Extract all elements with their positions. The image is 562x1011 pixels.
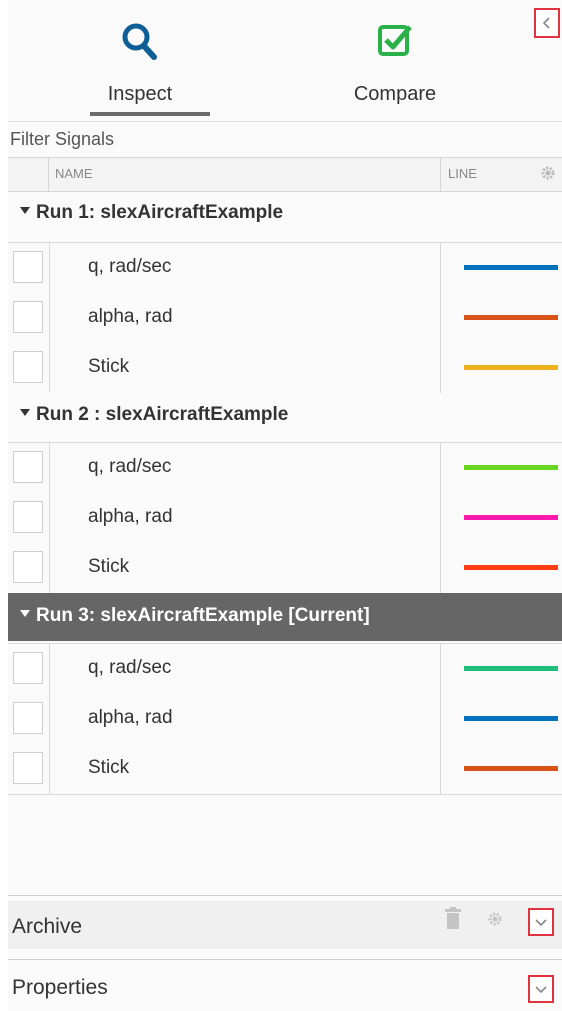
signal-name: Stick [88,356,130,377]
chevron-left-icon [542,17,550,29]
search-icon [122,23,157,60]
signal-name: q, rad/sec [88,456,172,477]
signal-row[interactable]: Stick [8,543,562,593]
signal-name: q, rad/sec [88,657,172,678]
run-title: Run 2 : slexAircraftExample [36,404,289,425]
gear-icon[interactable] [540,165,556,181]
signal-list: q, rad/sec alpha, rad Stick [8,643,562,795]
trash-icon[interactable] [444,907,462,929]
archive-label: Archive [12,915,83,938]
signal-name: q, rad/sec [88,256,172,277]
signal-checkbox[interactable] [13,752,43,784]
line-color-swatch[interactable] [464,565,558,570]
line-color-swatch[interactable] [464,465,558,470]
caret-down-icon[interactable] [20,610,30,617]
signal-checkbox[interactable] [13,501,43,533]
line-color-swatch[interactable] [464,315,558,320]
chevron-down-icon [535,919,547,927]
tab-inspect-label: Inspect [107,83,173,105]
signal-list: q, rad/sec alpha, rad Stick [8,242,562,393]
column-header: NAME LINE [8,157,562,192]
run-title: Run 1: slexAircraftExample [36,202,284,223]
collapse-panel-button[interactable] [534,8,560,38]
signal-row[interactable]: alpha, rad [8,694,562,744]
line-color-swatch[interactable] [464,365,558,370]
signal-name: alpha, rad [88,306,173,327]
filter-placeholder: Filter Signals [10,129,115,149]
signal-name: alpha, rad [88,707,173,728]
signal-name: alpha, rad [88,506,173,527]
caret-down-icon[interactable] [20,207,30,214]
caret-down-icon[interactable] [20,409,30,416]
signal-name: Stick [88,556,130,577]
expand-properties-button[interactable] [528,975,554,1003]
run-header[interactable]: Run 2 : slexAircraftExample [8,392,562,440]
signal-checkbox[interactable] [13,351,43,383]
signal-checkbox[interactable] [13,652,43,684]
signal-row[interactable]: Stick [8,343,562,393]
chevron-down-icon [535,986,547,994]
checkbox-column-header [8,158,49,191]
signal-row[interactable]: alpha, rad [8,293,562,343]
properties-section[interactable]: Properties [8,962,562,1010]
name-column-header[interactable]: NAME [55,166,93,181]
signal-list: q, rad/sec alpha, rad Stick [8,442,562,593]
properties-label: Properties [12,976,108,999]
expand-archive-button[interactable] [528,908,554,936]
signal-row[interactable]: q, rad/sec [8,243,562,293]
signal-name: Stick [88,757,130,778]
signal-row[interactable]: alpha, rad [8,493,562,543]
column-divider [440,158,441,191]
section-divider [8,959,562,960]
filter-signals-input[interactable]: Filter Signals [8,121,562,158]
line-column-header[interactable]: LINE [448,166,477,181]
section-divider [8,895,562,896]
tab-compare[interactable]: Compare [325,0,465,118]
signal-checkbox[interactable] [13,251,43,283]
run-title: Run 3: slexAircraftExample [Current] [36,605,370,626]
run-header-current[interactable]: Run 3: slexAircraftExample [Current] [8,593,562,641]
tab-compare-label: Compare [353,83,437,105]
line-color-swatch[interactable] [464,766,558,771]
line-color-swatch[interactable] [464,666,558,671]
line-color-swatch[interactable] [464,265,558,270]
signal-checkbox[interactable] [13,551,43,583]
gear-icon[interactable] [487,911,503,927]
signal-row[interactable]: q, rad/sec [8,443,562,493]
archive-section[interactable]: Archive [8,901,562,949]
signal-row[interactable]: Stick [8,744,562,794]
active-tab-indicator [90,112,210,116]
tab-inspect[interactable]: Inspect [70,0,210,118]
line-color-swatch[interactable] [464,515,558,520]
line-color-swatch[interactable] [464,716,558,721]
signal-checkbox[interactable] [13,301,43,333]
signal-row[interactable]: q, rad/sec [8,644,562,694]
signal-checkbox[interactable] [13,702,43,734]
run-header[interactable]: Run 1: slexAircraftExample [8,190,562,238]
check-square-icon [378,25,412,56]
signal-checkbox[interactable] [13,451,43,483]
